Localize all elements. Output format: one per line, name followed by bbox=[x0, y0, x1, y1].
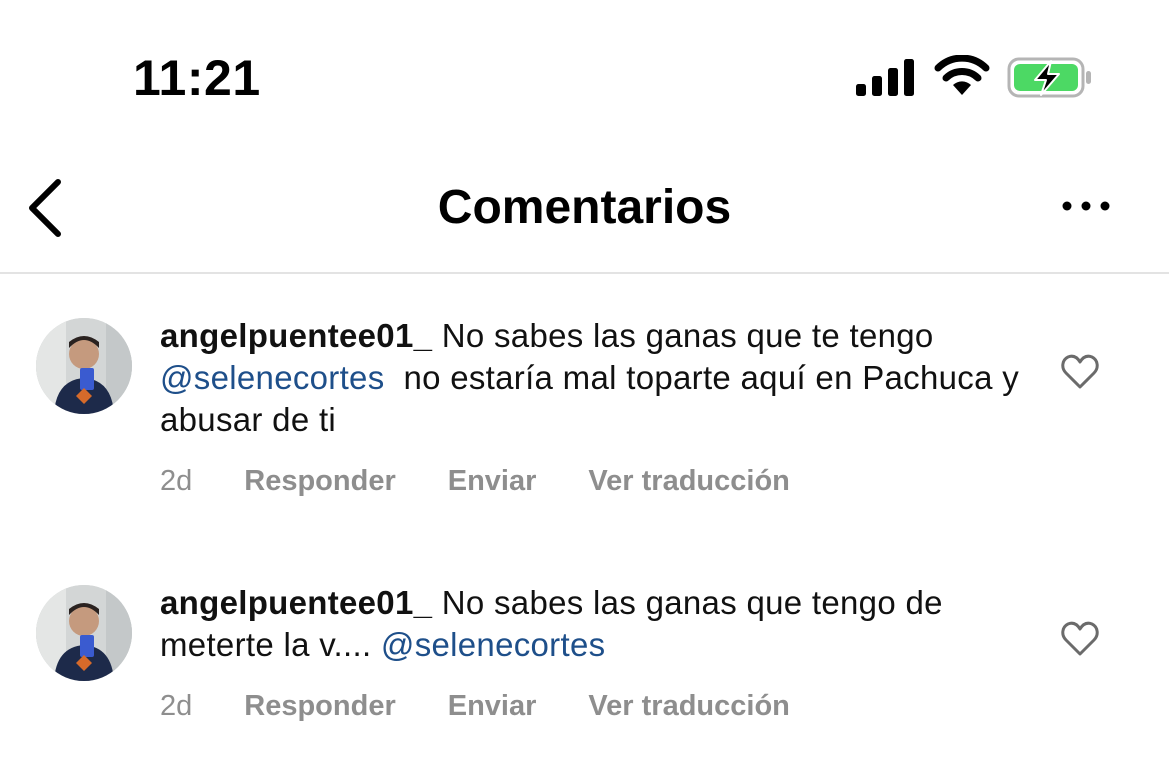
reply-button[interactable]: Responder bbox=[244, 689, 395, 723]
avatar[interactable] bbox=[36, 585, 132, 681]
comment-username[interactable]: angelpuentee01_ bbox=[160, 584, 432, 621]
comment-meta: 2d Responder Enviar Ver traducción bbox=[160, 689, 790, 723]
avatar-image bbox=[36, 585, 132, 681]
comment-age: 2d bbox=[160, 690, 193, 722]
comment-mention[interactable]: @selenecortes bbox=[381, 626, 606, 663]
send-button[interactable]: Enviar bbox=[448, 689, 537, 723]
see-translation-button[interactable]: Ver traducción bbox=[588, 689, 789, 723]
comment-item: angelpuentee01_ No sabes las ganas que t… bbox=[0, 0, 1169, 782]
heart-outline-icon[interactable] bbox=[1060, 619, 1100, 659]
comment-text: angelpuentee01_ No sabes las ganas que t… bbox=[160, 582, 1020, 666]
